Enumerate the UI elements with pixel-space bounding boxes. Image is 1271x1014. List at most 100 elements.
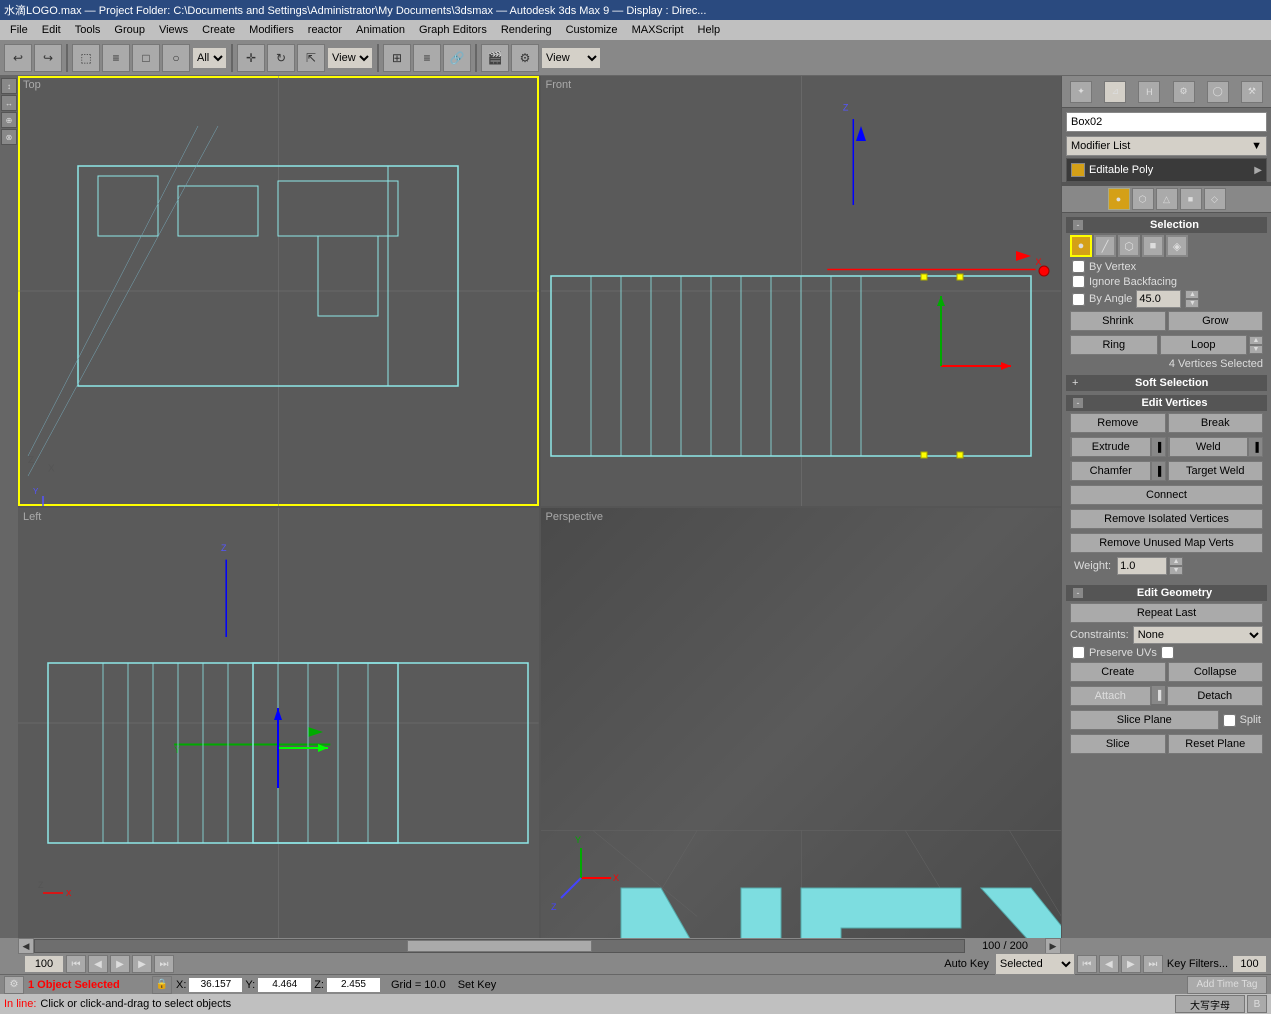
menu-maxscript[interactable]: MAXScript xyxy=(626,20,690,40)
scroll-left-arrow[interactable]: ◀ xyxy=(18,938,34,954)
skip-end-btn[interactable]: ⏭ xyxy=(154,955,174,973)
rp-btn-create[interactable]: ✦ xyxy=(1070,81,1092,103)
angle-spin-down[interactable]: ▼ xyxy=(1185,299,1199,308)
scroll-right-arrow[interactable]: ▶ xyxy=(1045,938,1061,954)
lock-selection-btn[interactable]: 🔒 xyxy=(152,976,172,994)
connect-button[interactable]: Connect xyxy=(1070,485,1263,505)
detach-button[interactable]: Detach xyxy=(1167,686,1264,706)
skip-start-btn[interactable]: ⏮ xyxy=(66,955,86,973)
edit-geometry-header[interactable]: - Edit Geometry xyxy=(1066,585,1267,601)
viewport-front[interactable]: Front Z X xyxy=(541,76,1062,506)
shrink-button[interactable]: Shrink xyxy=(1070,311,1166,331)
remove-button[interactable]: Remove xyxy=(1070,413,1166,433)
x-coord-input[interactable] xyxy=(188,977,243,993)
modifier-list-dropdown[interactable]: Modifier List ▼ xyxy=(1066,136,1267,156)
rp-btn-display[interactable]: ◯ xyxy=(1207,81,1229,103)
menu-tools[interactable]: Tools xyxy=(69,20,107,40)
by-angle-input[interactable] xyxy=(1136,290,1181,308)
menu-group[interactable]: Group xyxy=(108,20,151,40)
slice-plane-button[interactable]: Slice Plane xyxy=(1070,710,1219,730)
by-vertex-checkbox[interactable] xyxy=(1072,260,1085,273)
scroll-track[interactable] xyxy=(34,939,965,953)
modify-sub-1[interactable]: ● xyxy=(1108,188,1130,210)
ignore-backfacing-checkbox[interactable] xyxy=(1072,275,1085,288)
constraints-select[interactable]: None xyxy=(1133,626,1263,644)
key-mode-select[interactable]: Selected xyxy=(995,953,1075,975)
by-angle-checkbox[interactable] xyxy=(1072,293,1085,306)
preserve-uvs-checkbox[interactable] xyxy=(1072,646,1085,659)
attach-button[interactable]: Attach xyxy=(1070,686,1151,706)
slice-button[interactable]: Slice xyxy=(1070,734,1166,754)
menu-reactor[interactable]: reactor xyxy=(302,20,348,40)
chamfer-settings-btn[interactable]: ▐ xyxy=(1151,462,1165,480)
extrude-settings-btn[interactable]: ▐ xyxy=(1151,438,1165,456)
remove-unused-button[interactable]: Remove Unused Map Verts xyxy=(1070,533,1263,553)
chamfer-button-label[interactable]: Chamfer xyxy=(1071,461,1151,481)
sel-edge-icon[interactable]: ╱ xyxy=(1094,235,1116,257)
rp-btn-motion[interactable]: ⚙ xyxy=(1173,81,1195,103)
time-end-btn[interactable]: ⏭ xyxy=(1143,955,1163,973)
prev-key-btn[interactable]: ◀ xyxy=(1099,955,1119,973)
move-button[interactable]: ✛ xyxy=(237,44,265,72)
edit-geometry-expand[interactable]: - xyxy=(1072,587,1084,599)
filter-select[interactable]: All xyxy=(192,47,227,69)
viewport-top[interactable]: Top Z X Z X xyxy=(18,76,539,506)
y-coord-input[interactable] xyxy=(257,977,312,993)
weight-input[interactable] xyxy=(1117,557,1167,575)
z-coord-input[interactable] xyxy=(326,977,381,993)
weight-spin-down[interactable]: ▼ xyxy=(1169,566,1183,575)
object-name-input[interactable] xyxy=(1066,112,1267,132)
menu-modifiers[interactable]: Modifiers xyxy=(243,20,300,40)
modify-sub-2[interactable]: ⬡ xyxy=(1132,188,1154,210)
rect-region-button[interactable]: □ xyxy=(132,44,160,72)
frame-number-input[interactable] xyxy=(24,955,64,973)
undo-button[interactable]: ↩ xyxy=(4,44,32,72)
collapse-button[interactable]: Collapse xyxy=(1168,662,1264,682)
redo-button[interactable]: ↪ xyxy=(34,44,62,72)
sel-border-icon[interactable]: ⬡ xyxy=(1118,235,1140,257)
view-select[interactable]: View xyxy=(327,47,373,69)
menu-rendering[interactable]: Rendering xyxy=(495,20,558,40)
rp-btn-utilities[interactable]: ⚒ xyxy=(1241,81,1263,103)
select-object-button[interactable]: ⬚ xyxy=(72,44,100,72)
rotate-button[interactable]: ↻ xyxy=(267,44,295,72)
grow-button[interactable]: Grow xyxy=(1168,311,1264,331)
menu-animation[interactable]: Animation xyxy=(350,20,411,40)
weld-settings-btn[interactable]: ▐ xyxy=(1248,438,1262,456)
align-button[interactable]: ≡ xyxy=(413,44,441,72)
rp-btn-hierarchy[interactable]: H xyxy=(1138,81,1160,103)
rp-btn-modify[interactable]: ⊿ xyxy=(1104,81,1126,103)
angle-spin-up[interactable]: ▲ xyxy=(1185,290,1199,299)
preserve-uvs-checkbox2[interactable] xyxy=(1161,646,1174,659)
view-select2[interactable]: View xyxy=(541,47,601,69)
left-tool-3[interactable]: ⊕ xyxy=(1,112,17,128)
left-tool-4[interactable]: ⊗ xyxy=(1,129,17,145)
repeat-last-button[interactable]: Repeat Last xyxy=(1070,603,1263,623)
circle-region-button[interactable]: ○ xyxy=(162,44,190,72)
edit-vertices-expand[interactable]: - xyxy=(1072,397,1084,409)
menu-customize[interactable]: Customize xyxy=(560,20,624,40)
time-start-btn[interactable]: ⏮ xyxy=(1077,955,1097,973)
extrude-button-label[interactable]: Extrude xyxy=(1071,437,1151,457)
menu-help[interactable]: Help xyxy=(692,20,727,40)
mirror-button[interactable]: ⊞ xyxy=(383,44,411,72)
modifier-editable-poly[interactable]: Editable Poly ▶ xyxy=(1067,161,1266,179)
sel-vertex-icon[interactable]: ● xyxy=(1070,235,1092,257)
weld-button-label[interactable]: Weld xyxy=(1169,437,1249,457)
viewport-left[interactable]: Left Z Y xyxy=(18,508,539,938)
create-button[interactable]: Create xyxy=(1070,662,1166,682)
sel-polygon-icon[interactable]: ■ xyxy=(1142,235,1164,257)
attach-settings-btn[interactable]: ▐ xyxy=(1151,686,1165,704)
left-tool-2[interactable]: ↔ xyxy=(1,95,17,111)
menu-views[interactable]: Views xyxy=(153,20,194,40)
reset-plane-button[interactable]: Reset Plane xyxy=(1168,734,1264,754)
loop-spin-up[interactable]: ▲ xyxy=(1249,336,1263,345)
scale-button[interactable]: ⇱ xyxy=(297,44,325,72)
render-button[interactable]: 🎬 xyxy=(481,44,509,72)
edit-vertices-header[interactable]: - Edit Vertices xyxy=(1066,395,1267,411)
prev-frame-btn[interactable]: ◀ xyxy=(88,955,108,973)
play-btn[interactable]: ▶ xyxy=(110,955,130,973)
menu-file[interactable]: File xyxy=(4,20,34,40)
break-button[interactable]: Break xyxy=(1168,413,1264,433)
statusbar-settings-btn[interactable]: ⚙ xyxy=(4,976,24,994)
